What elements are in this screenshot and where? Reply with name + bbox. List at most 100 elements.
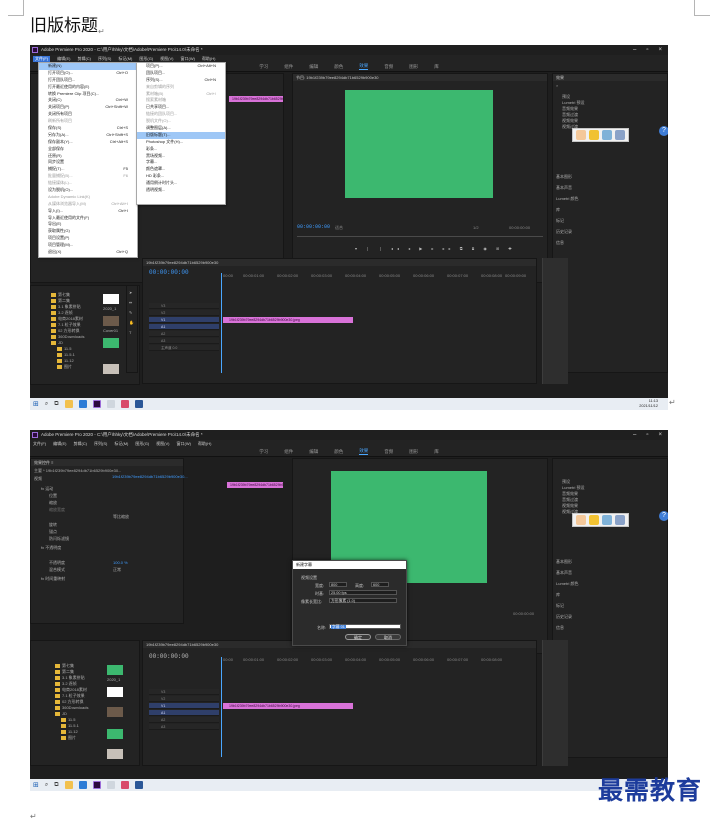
- folder-item[interactable]: JD: [55, 711, 67, 716]
- file-menu-item[interactable]: 保存副本(Y)... Ctrl+Alt+S: [39, 139, 137, 146]
- cancel-button[interactable]: 取消: [375, 634, 401, 640]
- menu-sequence[interactable]: 序列(S): [94, 441, 107, 447]
- file-menu-item[interactable]: 从媒体浏览器导入(M) Ctrl+Alt+I: [39, 201, 137, 208]
- ec-row[interactable]: 旋转: [49, 522, 57, 528]
- premiere-taskbar-icon[interactable]: [92, 400, 101, 408]
- menu-sequence[interactable]: 序列(S): [98, 56, 111, 62]
- new-submenu-item[interactable]: 彩条...: [137, 146, 225, 153]
- ec-row[interactable]: 缩放宽度: [49, 507, 65, 513]
- screen-icon[interactable]: [615, 130, 625, 140]
- track-a3[interactable]: A3: [149, 724, 219, 730]
- track-a2[interactable]: A2: [149, 331, 219, 337]
- hand-icon[interactable]: [576, 130, 586, 140]
- menu-clip[interactable]: 剪辑(C): [77, 56, 91, 62]
- file-menu-item[interactable]: 退出(X) Ctrl+Q: [39, 249, 137, 256]
- folder-item[interactable]: 11.5: [61, 717, 76, 722]
- menu-file[interactable]: 文件(F): [33, 55, 51, 62]
- menu-marker[interactable]: 标记(M): [118, 56, 132, 62]
- program-monitor-tab[interactable]: 节目: 19b1f239b79ee8294db71b6529b900e30: [293, 74, 547, 81]
- file-menu-item[interactable]: 设为脱机(O)...: [39, 187, 137, 194]
- effect-controls-tab[interactable]: 效果控件 ≡: [31, 459, 183, 466]
- ok-button[interactable]: 确定: [345, 634, 371, 640]
- new-submenu-item[interactable]: Photoshop 文件(H)...: [137, 139, 225, 146]
- name-field[interactable]: 字幕 01: [329, 624, 401, 629]
- ec-row[interactable]: 防闪烁滤镜: [49, 536, 69, 542]
- menu-view[interactable]: 视图(V): [156, 441, 169, 447]
- panel-section[interactable]: 标记: [556, 218, 564, 224]
- maximize-icon[interactable]: ▫: [646, 47, 648, 53]
- store-icon[interactable]: [106, 400, 115, 408]
- paint-icon[interactable]: [120, 400, 129, 408]
- system-clock[interactable]: 11:13 2021/11/12: [639, 399, 668, 409]
- menu-graphics[interactable]: 图形(G): [135, 441, 149, 447]
- ec-row[interactable]: fx 时间重映射: [41, 576, 65, 582]
- hand-icon[interactable]: [576, 515, 586, 525]
- panel-section[interactable]: 信息: [556, 625, 564, 631]
- file-menu-item[interactable]: 打开项目(O)... Ctrl+O: [39, 70, 137, 77]
- thumbnail[interactable]: [107, 687, 123, 697]
- zoom-ratio[interactable]: 1/2: [473, 225, 479, 230]
- file-menu-item[interactable]: 全部保存: [39, 146, 137, 153]
- menu-help[interactable]: 帮助(H): [198, 441, 212, 447]
- panel-section[interactable]: 信息: [556, 240, 564, 246]
- floating-toolbar[interactable]: [572, 513, 629, 527]
- panel-section[interactable]: 库: [556, 207, 560, 213]
- effects-panel-tab[interactable]: 效果: [553, 74, 667, 81]
- menu-window[interactable]: 窗口(W): [180, 56, 194, 62]
- menu-window[interactable]: 窗口(W): [176, 441, 190, 447]
- track-a2[interactable]: A2: [149, 717, 219, 723]
- ec-row[interactable]: 混合模式: [49, 567, 65, 573]
- chat-icon[interactable]: [589, 515, 599, 525]
- thumbnail[interactable]: [103, 316, 119, 326]
- ec-sequence-label[interactable]: 19b1f239b79ee8294db71b6529b900e30...: [112, 474, 188, 479]
- menu-edit[interactable]: 编辑(E): [57, 56, 70, 62]
- ec-row[interactable]: 位置: [49, 493, 57, 499]
- close-icon[interactable]: ×: [658, 432, 662, 438]
- premiere-taskbar-icon[interactable]: [92, 781, 101, 789]
- ws-graphics[interactable]: 图形: [409, 449, 418, 455]
- ws-assembly[interactable]: 组件: [284, 64, 293, 70]
- ws-learn[interactable]: 学习: [259, 64, 268, 70]
- track-a1[interactable]: A1: [149, 710, 219, 716]
- task-view-icon[interactable]: ⧉: [54, 782, 58, 789]
- ws-editing[interactable]: 编辑: [309, 449, 318, 455]
- panel-section[interactable]: Lumetri 颜色: [556, 581, 578, 587]
- source-clip[interactable]: 19b1f239b79ee8294db71b6529b900e30.jpeg: [229, 96, 283, 102]
- thumbnail[interactable]: [107, 707, 123, 717]
- panel-section[interactable]: 历史记录: [556, 614, 572, 620]
- ec-row[interactable]: fx 不透明度: [41, 545, 61, 551]
- help-icon[interactable]: ?: [659, 511, 668, 521]
- panel-section[interactable]: 库: [556, 592, 560, 598]
- panel-section[interactable]: 基本声音: [556, 570, 572, 576]
- ws-color[interactable]: 颜色: [334, 64, 343, 70]
- menu-clip[interactable]: 剪辑(C): [73, 441, 87, 447]
- source-clip[interactable]: 19b1f239b79ee8294db71b6529b900e30.jpeg: [227, 482, 283, 488]
- menu-file[interactable]: 文件(F): [33, 441, 46, 447]
- file-menu-item[interactable]: 导入(I)... Ctrl+I: [39, 208, 137, 215]
- screen-icon[interactable]: [615, 515, 625, 525]
- file-menu-item[interactable]: 打开团队项目...: [39, 77, 137, 84]
- ws-learn[interactable]: 学习: [259, 449, 268, 455]
- store-icon[interactable]: [106, 781, 115, 789]
- folder-item[interactable]: 11.12: [57, 358, 74, 363]
- timeline-clip[interactable]: 19b1f239b79ee8294db71b6529b900e30.jpeg: [223, 703, 353, 709]
- new-submenu-item[interactable]: 序列(S)... Ctrl+N: [137, 77, 225, 84]
- help-icon[interactable]: ?: [659, 126, 668, 136]
- ws-audio[interactable]: 音频: [384, 64, 393, 70]
- ws-libraries[interactable]: 库: [434, 449, 439, 455]
- word-icon[interactable]: [134, 400, 143, 408]
- close-icon[interactable]: ×: [658, 47, 662, 53]
- ws-graphics[interactable]: 图形: [409, 64, 418, 70]
- track-a3[interactable]: A3: [149, 338, 219, 344]
- new-submenu-item[interactable]: 团队项目...: [137, 70, 225, 77]
- maximize-icon[interactable]: ▫: [646, 432, 648, 438]
- windows-start-icon[interactable]: ⊞: [33, 400, 39, 408]
- floating-toolbar[interactable]: [572, 128, 629, 142]
- minimize-icon[interactable]: –: [633, 47, 636, 53]
- panel-section[interactable]: 基本声音: [556, 185, 572, 191]
- folder-item[interactable]: 11.5.1: [61, 723, 79, 728]
- folder-item[interactable]: 11.12: [61, 729, 78, 734]
- menu-edit[interactable]: 编辑(E): [53, 441, 66, 447]
- effects-search[interactable]: ⌕: [556, 83, 558, 88]
- chat-icon[interactable]: [589, 130, 599, 140]
